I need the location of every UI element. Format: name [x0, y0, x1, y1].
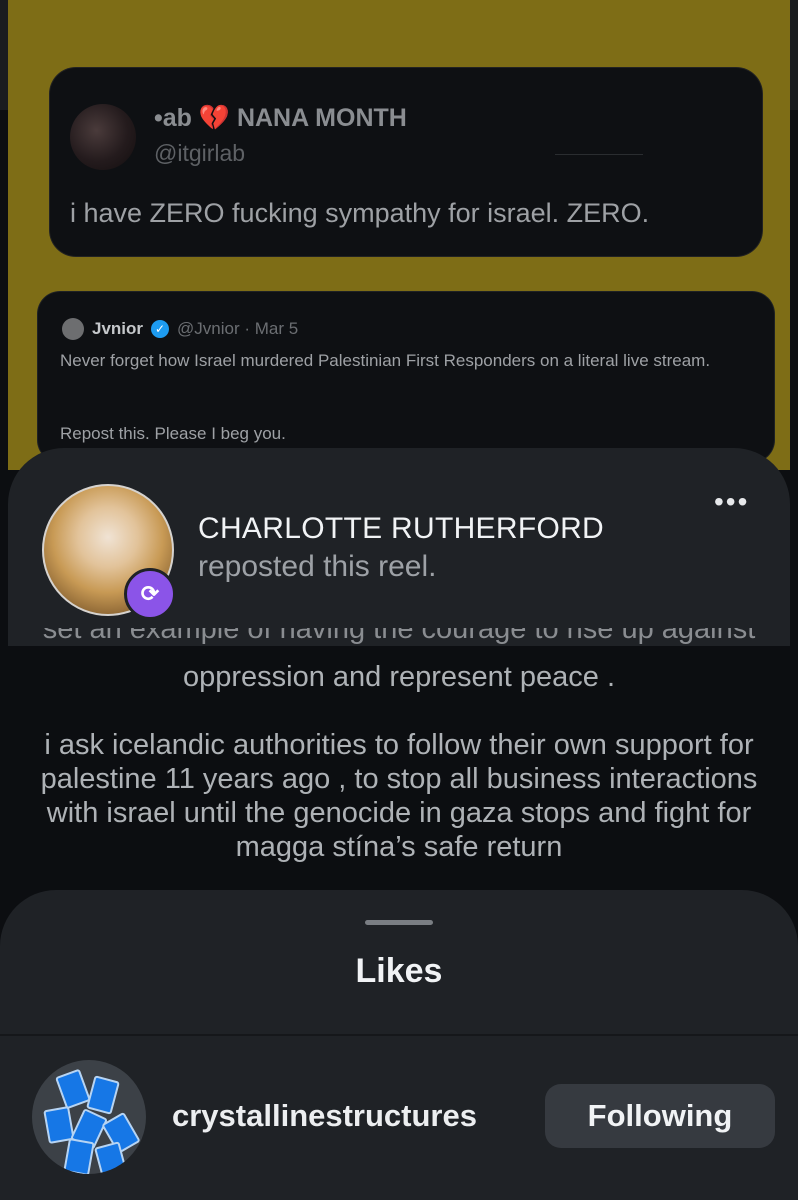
tweet-avatar — [70, 104, 136, 170]
more-horizontal-icon[interactable]: ••• — [714, 486, 749, 518]
embedded-tweet: •ab 💔 NANA MONTH @itgirlab i have ZERO f… — [50, 68, 762, 256]
phone-tile — [86, 1075, 120, 1115]
repost-subtitle: reposted this reel. — [198, 550, 437, 583]
phone-tile — [54, 1068, 92, 1110]
divider — [0, 1034, 798, 1036]
quoted-tweet-header: Jvnior ✓ @Jvnior · Mar 5 — [62, 318, 298, 340]
caption-cut-line: set an example of having the courage to … — [0, 628, 798, 652]
quoted-meta: @Jvnior · Mar 5 — [177, 319, 299, 338]
reposter-name[interactable]: CHARLOTTE RUTHERFORD — [198, 512, 604, 546]
repost-header: ⟳ CHARLOTTE RUTHERFORD reposted this ree… — [8, 448, 790, 646]
quoted-tweet: Jvnior ✓ @Jvnior · Mar 5 Never forget ho… — [38, 292, 774, 462]
verified-icon: ✓ — [151, 320, 170, 338]
avatar[interactable] — [32, 1060, 146, 1174]
quoted-name: Jvnior — [92, 319, 144, 338]
likes-sheet: Likes crystallinestructures Following — [0, 890, 798, 1200]
following-button[interactable]: Following — [545, 1084, 775, 1148]
repost-icon: ⟳ — [124, 568, 176, 620]
quoted-text: Never forget how Israel murdered Palesti… — [60, 351, 711, 370]
list-item-username[interactable]: crystallinestructures — [172, 1098, 477, 1134]
caption-paragraph: i ask icelandic authorities to follow th… — [40, 729, 758, 863]
divider — [555, 154, 643, 155]
phone-tile — [63, 1138, 95, 1174]
caption-cut-text: set an example of having the courage to … — [42, 628, 756, 645]
caption-line: oppression and represent peace . — [182, 661, 616, 693]
tweet-handle: @itgirlab — [154, 140, 246, 166]
tweet-display-name: •ab 💔 NANA MONTH — [154, 104, 407, 132]
sheet-title: Likes — [355, 952, 443, 990]
quoted-repost-text: Repost this. Please I beg you. — [60, 424, 286, 443]
quoted-avatar — [62, 318, 84, 340]
reel-video-background: •ab 💔 NANA MONTH @itgirlab i have ZERO f… — [8, 0, 790, 470]
tweet-text: i have ZERO fucking sympathy for israel.… — [70, 198, 650, 228]
drag-handle[interactable] — [365, 920, 433, 925]
